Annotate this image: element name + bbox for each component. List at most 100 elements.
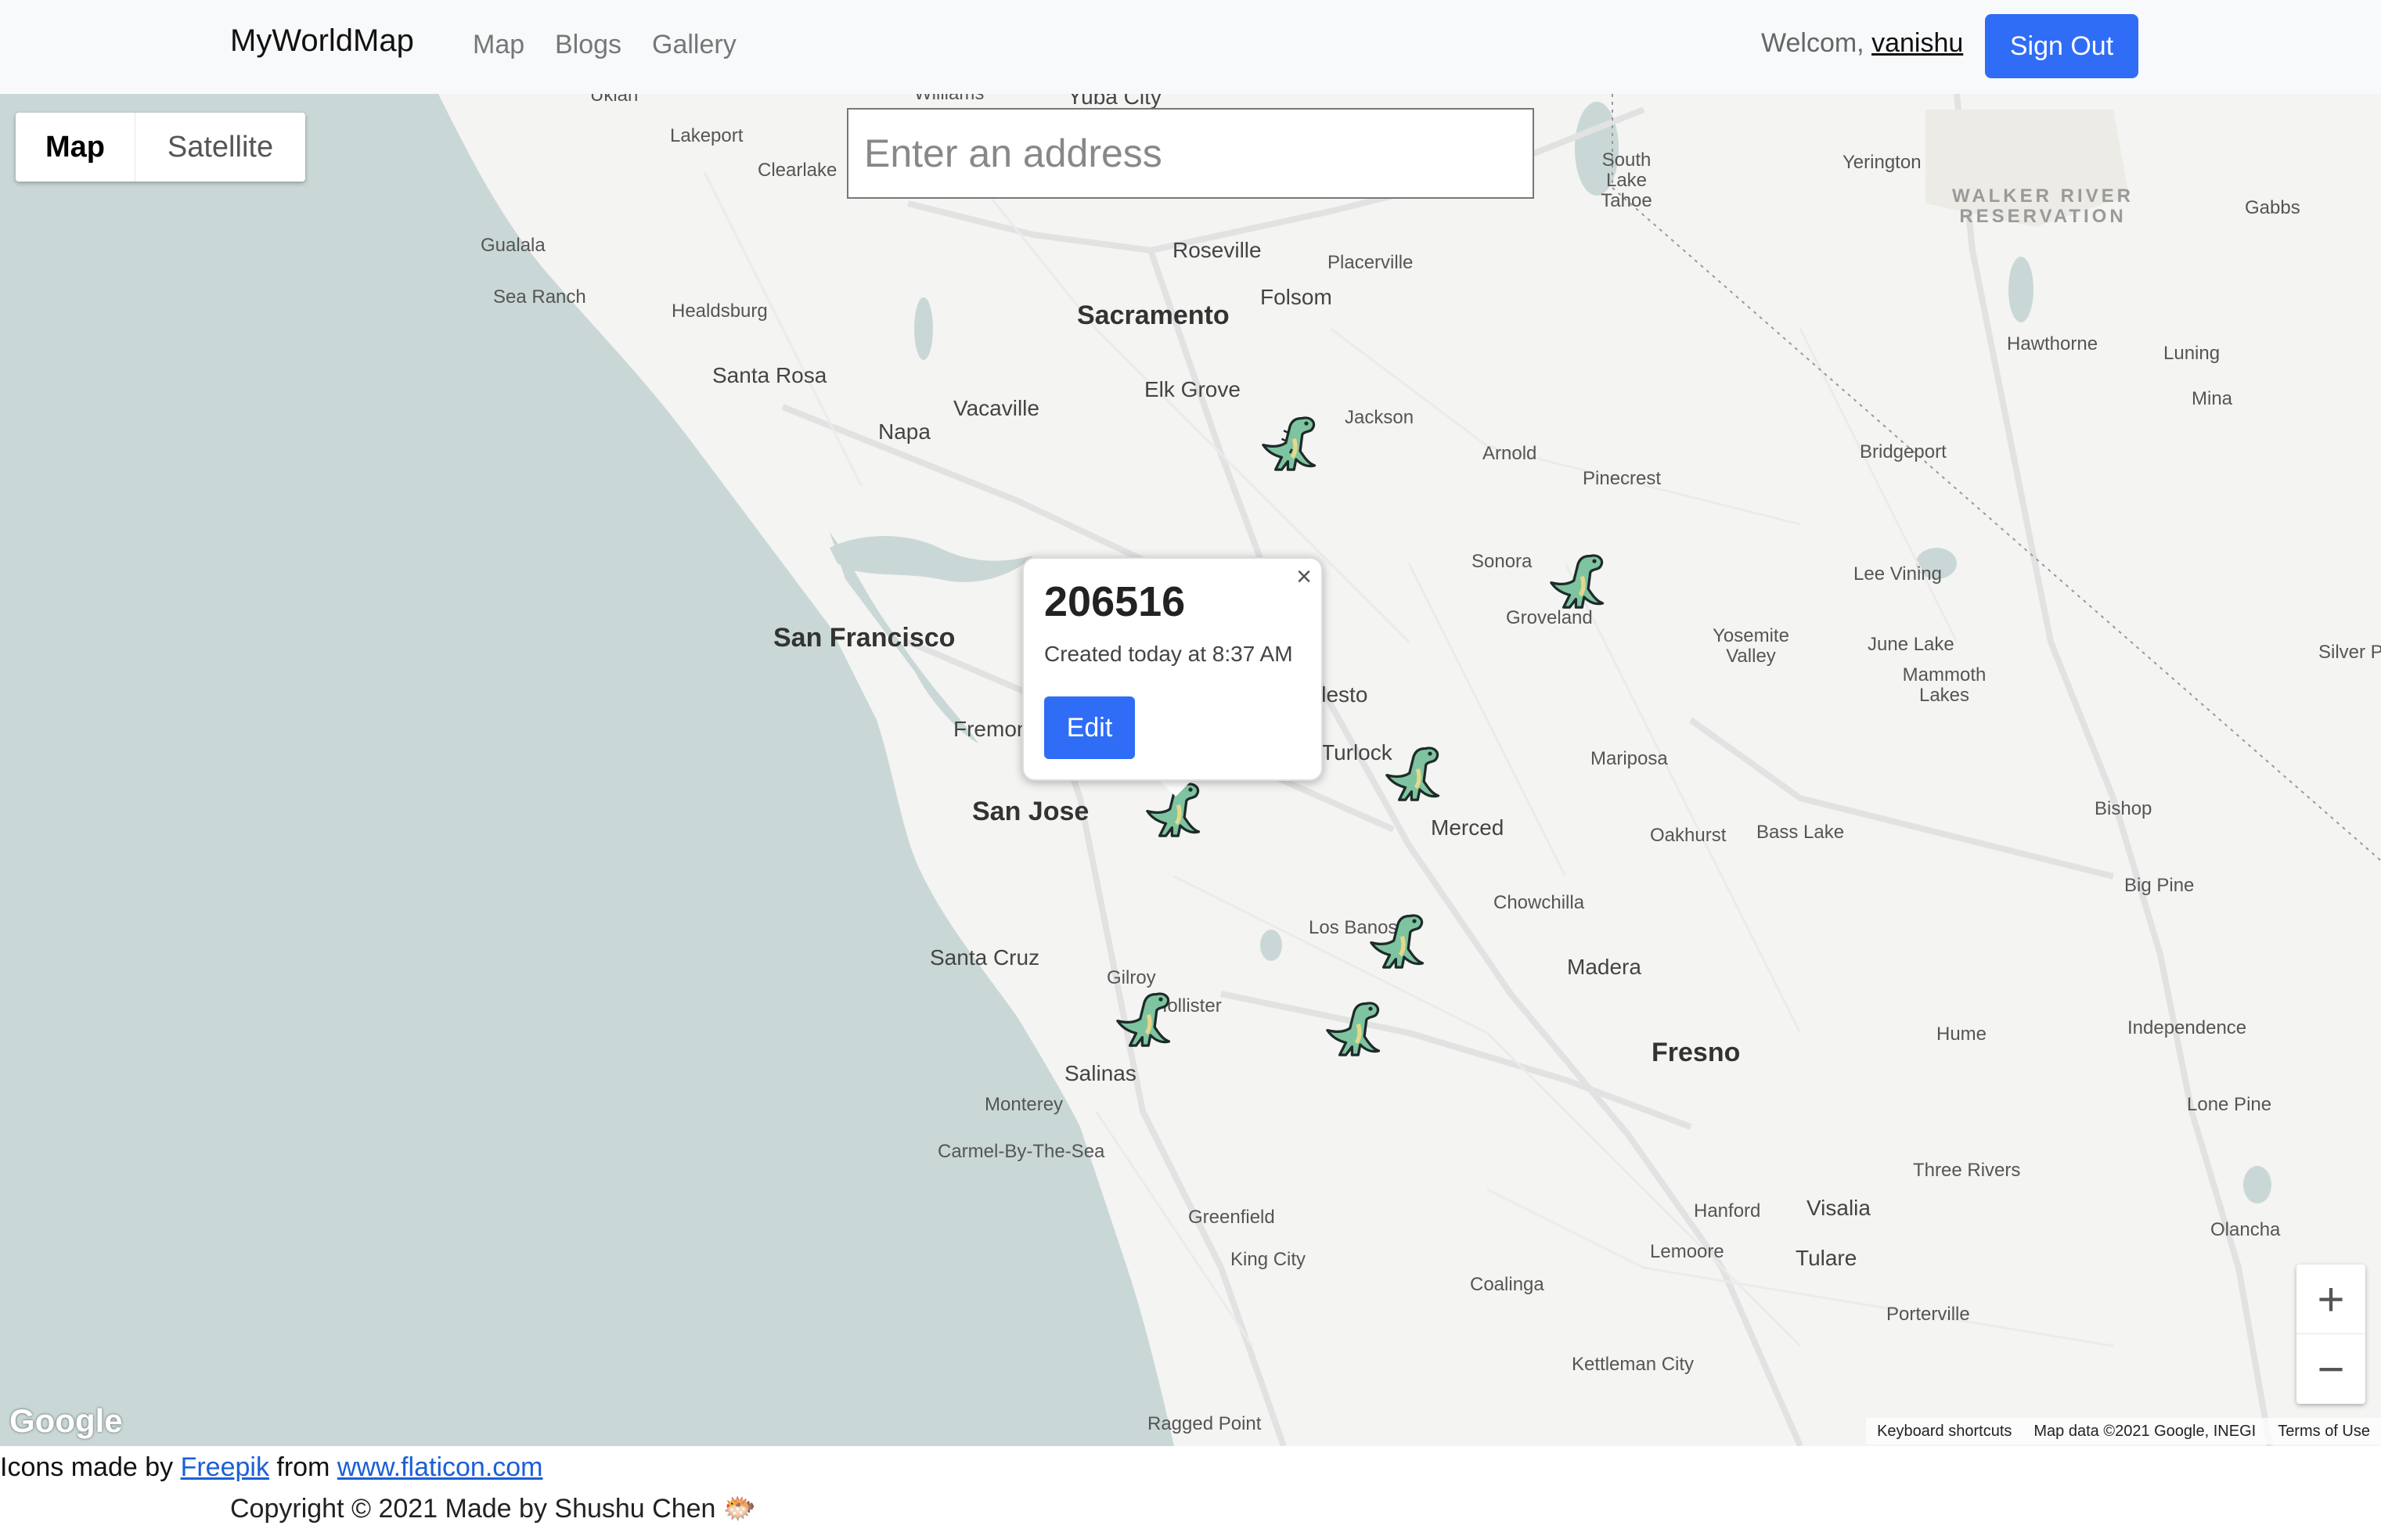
map-type-satellite-button[interactable]: Satellite (135, 113, 305, 182)
city-label: San Jose (972, 797, 1090, 826)
city-label: Lemoore (1650, 1241, 1724, 1262)
edit-button[interactable]: Edit (1044, 696, 1135, 759)
city-label: Folsom (1260, 285, 1332, 309)
copyright-text: Copyright © 2021 Made by Shushu Chen 🐡 (230, 1494, 757, 1524)
city-label: Ragged Point (1147, 1413, 1262, 1434)
address-search-input[interactable] (847, 108, 1534, 199)
city-label: Monterey (985, 1094, 1064, 1115)
google-logo[interactable]: Google (9, 1402, 123, 1440)
map-type-map-button[interactable]: Map (16, 113, 135, 182)
icon-credit: Icons made by Freepik from www.flaticon.… (0, 1452, 543, 1483)
city-label: Lakeport (670, 125, 744, 146)
city-label: Mariposa (1590, 748, 1668, 769)
city-label: Gabbs (2245, 197, 2300, 218)
zoom-in-button[interactable]: + (2296, 1265, 2365, 1334)
city-label: Carmel-By-The-Sea (938, 1141, 1105, 1162)
city-label: Chowchilla (1493, 892, 1585, 913)
freepik-link[interactable]: Freepik (181, 1452, 269, 1482)
city-label: Lee Vining (1853, 563, 1942, 585)
city-label: Pinecrest (1583, 468, 1662, 489)
nav-link-gallery[interactable]: Gallery (652, 30, 737, 60)
city-label: Bishop (2095, 798, 2152, 819)
marker-info-popup: × 206516 Created today at 8:37 AM Edit (1022, 557, 1323, 781)
terms-of-use-link[interactable]: Terms of Use (2267, 1423, 2381, 1441)
brand-logo[interactable]: MyWorldMap (230, 23, 414, 59)
dinosaur-marker-icon[interactable] (1111, 986, 1177, 1052)
city-label: Sonora (1471, 551, 1533, 572)
city-label: June Lake (1868, 634, 1954, 655)
city-label: Luning (2163, 343, 2221, 364)
navbar: MyWorldMap Map Blogs Gallery Welcom, van… (0, 0, 2381, 95)
nav-link-blogs[interactable]: Blogs (555, 30, 621, 60)
keyboard-shortcuts-link[interactable]: Keyboard shortcuts (1866, 1423, 2023, 1441)
city-label: South Lake Tahoe (1601, 149, 1652, 211)
city-label: Kettleman City (1572, 1354, 1695, 1375)
city-label: Santa Rosa (712, 363, 827, 387)
city-label: Big Pine (2124, 875, 2195, 896)
welcome-text: Welcom, vanishu (1761, 28, 1963, 59)
dinosaur-marker-icon[interactable] (1545, 548, 1611, 613)
zoom-out-button[interactable]: − (2296, 1334, 2365, 1403)
zoom-control: + − (2296, 1265, 2365, 1404)
city-label: Hanford (1694, 1200, 1761, 1222)
city-label: Lone Pine (2187, 1094, 2272, 1115)
city-label: Healdsburg (672, 300, 768, 322)
dinosaur-marker-icon[interactable] (1321, 995, 1387, 1061)
username-link[interactable]: vanishu (1871, 28, 1963, 58)
nav-link-map[interactable]: Map (473, 30, 524, 60)
city-label: Salinas (1064, 1061, 1136, 1085)
flaticon-link[interactable]: www.flaticon.com (337, 1452, 543, 1482)
city-label: Gualala (481, 235, 546, 256)
city-label: San Francisco (773, 623, 956, 653)
city-label: Fresno (1652, 1038, 1741, 1067)
city-label: Hume (1936, 1024, 1987, 1045)
city-label: Independence (2127, 1017, 2247, 1038)
dinosaur-marker-icon[interactable] (1365, 908, 1431, 973)
city-label: Greenfield (1188, 1207, 1275, 1228)
city-label: Sea Ranch (493, 286, 586, 308)
dinosaur-marker-icon[interactable] (1381, 740, 1446, 806)
city-label: Clearlake (758, 160, 837, 181)
popup-title: 206516 (1044, 578, 1186, 625)
city-label: Jackson (1345, 407, 1414, 428)
city-label: King City (1230, 1249, 1306, 1270)
city-label: Bridgeport (1860, 441, 1947, 462)
city-label: Placerville (1327, 252, 1414, 273)
icon-credit-prefix: Icons made by (0, 1452, 174, 1482)
reservation-label: WALKER RIVER RESERVATION (1951, 185, 2134, 227)
city-label: Mina (2192, 388, 2233, 409)
dinosaur-marker-icon[interactable] (1257, 410, 1323, 476)
city-label: Yosemite Valley (1713, 625, 1789, 667)
city-label: Hawthorne (2007, 333, 2098, 354)
welcome-prefix: Welcom, (1761, 28, 1864, 58)
city-label: Ukiah (590, 94, 639, 106)
city-label: Vacaville (953, 396, 1039, 420)
city-label: Bass Lake (1756, 822, 1845, 843)
map-data-text: Map data ©2021 Google, INEGI (2033, 1422, 2257, 1440)
city-label: Napa (878, 419, 931, 444)
city-label: Elk Grove (1144, 377, 1241, 401)
city-label: Madera (1567, 955, 1641, 979)
close-icon[interactable]: × (1296, 562, 1312, 592)
map-attribution-bar: Keyboard shortcuts Map data ©2021 Google… (1866, 1418, 2381, 1445)
popup-created-time: Created today at 8:37 AM (1044, 642, 1293, 666)
city-label: Oakhurst (1650, 825, 1727, 846)
city-label: Coalinga (1470, 1274, 1544, 1295)
map-canvas[interactable]: Ukiah Williams Yuba City Lakeport Clearl… (0, 94, 2381, 1446)
city-label: Roseville (1172, 238, 1262, 262)
city-label: Olancha (2210, 1219, 2281, 1240)
city-label: Williams (914, 94, 984, 105)
city-label: Yerington (1842, 152, 1922, 173)
city-label: Visalia (1806, 1196, 1871, 1220)
sign-out-button[interactable]: Sign Out (1985, 14, 2138, 78)
map-type-control: Map Satellite (16, 113, 305, 182)
city-label: Merced (1431, 815, 1504, 840)
icon-credit-from: from (276, 1452, 330, 1482)
city-label: Yuba City (1068, 94, 1162, 109)
city-label: Sacramento (1077, 300, 1230, 330)
city-label: Santa Cruz (930, 945, 1040, 970)
city-label: Arnold (1482, 443, 1537, 464)
city-label: Porterville (1886, 1304, 1970, 1325)
city-label: Silver Peak (2318, 642, 2381, 663)
city-label: Tulare (1796, 1246, 1857, 1270)
